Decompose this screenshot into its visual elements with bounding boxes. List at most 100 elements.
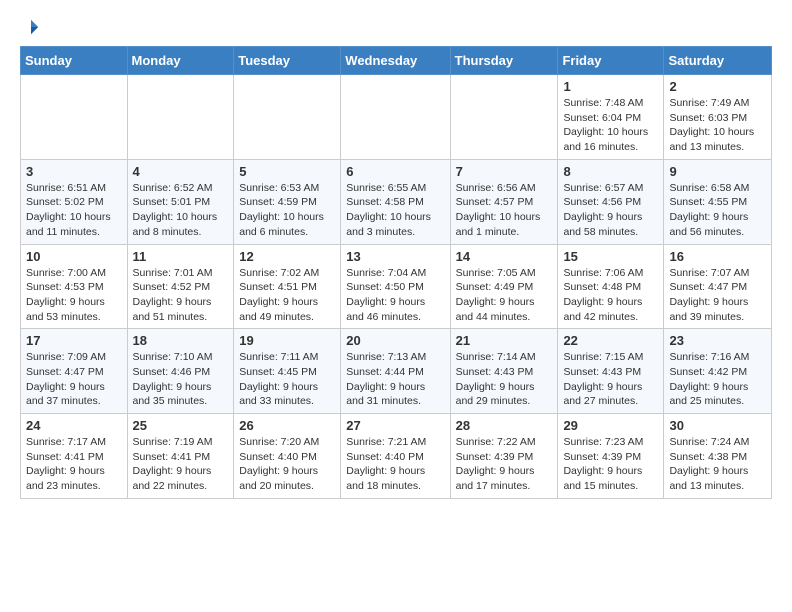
- day-cell: 8Sunrise: 6:57 AMSunset: 4:56 PMDaylight…: [558, 159, 664, 244]
- week-row-4: 17 Sunrise: 7:09 AMSunset: 4:47 PMDayligh…: [21, 329, 772, 414]
- week-row-3: 10 Sunrise: 7:00 AMSunset: 4:53 PMDayligh…: [21, 244, 772, 329]
- header: [20, 16, 772, 36]
- day-cell: [234, 75, 341, 160]
- weekday-header-saturday: Saturday: [664, 47, 772, 75]
- day-cell: 16 Sunrise: 7:07 AMSunset: 4:47 PMDayligh…: [664, 244, 772, 329]
- day-info: Sunrise: 7:49 AMSunset: 6:03 PMDaylight:…: [669, 96, 766, 155]
- day-info: Sunrise: 7:09 AMSunset: 4:47 PMDaylight:…: [26, 350, 122, 409]
- day-info: Sunrise: 7:11 AMSunset: 4:45 PMDaylight:…: [239, 350, 335, 409]
- day-cell: 23Sunrise: 7:16 AMSunset: 4:42 PMDayligh…: [664, 329, 772, 414]
- day-number: 22: [563, 333, 658, 348]
- day-cell: [21, 75, 128, 160]
- day-cell: 14Sunrise: 7:05 AMSunset: 4:49 PMDayligh…: [450, 244, 558, 329]
- day-cell: 25 Sunrise: 7:19 AMSunset: 4:41 PMDayligh…: [127, 414, 234, 499]
- day-number: 17: [26, 333, 122, 348]
- day-number: 28: [456, 418, 553, 433]
- day-cell: 9 Sunrise: 6:58 AMSunset: 4:55 PMDaylight…: [664, 159, 772, 244]
- weekday-header-thursday: Thursday: [450, 47, 558, 75]
- day-cell: 2 Sunrise: 7:49 AMSunset: 6:03 PMDaylight…: [664, 75, 772, 160]
- day-info: Sunrise: 6:51 AMSunset: 5:02 PMDaylight:…: [26, 181, 122, 240]
- calendar-table: SundayMondayTuesdayWednesdayThursdayFrid…: [20, 46, 772, 499]
- day-cell: 11 Sunrise: 7:01 AMSunset: 4:52 PMDayligh…: [127, 244, 234, 329]
- day-cell: 21Sunrise: 7:14 AMSunset: 4:43 PMDayligh…: [450, 329, 558, 414]
- day-cell: 22 Sunrise: 7:15 AMSunset: 4:43 PMDayligh…: [558, 329, 664, 414]
- day-number: 27: [346, 418, 444, 433]
- day-cell: 1Sunrise: 7:48 AMSunset: 6:04 PMDaylight…: [558, 75, 664, 160]
- day-number: 5: [239, 164, 335, 179]
- day-number: 23: [669, 333, 766, 348]
- day-cell: 20 Sunrise: 7:13 AMSunset: 4:44 PMDayligh…: [341, 329, 450, 414]
- weekday-header-tuesday: Tuesday: [234, 47, 341, 75]
- day-cell: 15 Sunrise: 7:06 AMSunset: 4:48 PMDayligh…: [558, 244, 664, 329]
- day-info: Sunrise: 7:24 AMSunset: 4:38 PMDaylight:…: [669, 435, 766, 494]
- day-cell: 27 Sunrise: 7:21 AMSunset: 4:40 PMDayligh…: [341, 414, 450, 499]
- day-cell: 26 Sunrise: 7:20 AMSunset: 4:40 PMDayligh…: [234, 414, 341, 499]
- day-info: Sunrise: 7:01 AMSunset: 4:52 PMDaylight:…: [133, 266, 229, 325]
- day-info: Sunrise: 7:13 AMSunset: 4:44 PMDaylight:…: [346, 350, 444, 409]
- day-number: 20: [346, 333, 444, 348]
- day-cell: 30 Sunrise: 7:24 AMSunset: 4:38 PMDayligh…: [664, 414, 772, 499]
- day-number: 13: [346, 249, 444, 264]
- day-cell: 24 Sunrise: 7:17 AMSunset: 4:41 PMDayligh…: [21, 414, 128, 499]
- day-cell: 19 Sunrise: 7:11 AMSunset: 4:45 PMDayligh…: [234, 329, 341, 414]
- day-number: 30: [669, 418, 766, 433]
- day-number: 26: [239, 418, 335, 433]
- day-number: 7: [456, 164, 553, 179]
- day-cell: 4 Sunrise: 6:52 AMSunset: 5:01 PMDaylight…: [127, 159, 234, 244]
- day-number: 6: [346, 164, 444, 179]
- day-cell: [127, 75, 234, 160]
- day-cell: 13 Sunrise: 7:04 AMSunset: 4:50 PMDayligh…: [341, 244, 450, 329]
- weekday-header-friday: Friday: [558, 47, 664, 75]
- day-info: Sunrise: 6:52 AMSunset: 5:01 PMDaylight:…: [133, 181, 229, 240]
- day-number: 29: [563, 418, 658, 433]
- day-info: Sunrise: 7:02 AMSunset: 4:51 PMDaylight:…: [239, 266, 335, 325]
- day-info: Sunrise: 6:55 AMSunset: 4:58 PMDaylight:…: [346, 181, 444, 240]
- day-number: 11: [133, 249, 229, 264]
- logo-flag-icon: [22, 18, 40, 36]
- day-info: Sunrise: 6:56 AMSunset: 4:57 PMDaylight:…: [456, 181, 553, 240]
- weekday-header-wednesday: Wednesday: [341, 47, 450, 75]
- day-number: 25: [133, 418, 229, 433]
- day-cell: 12Sunrise: 7:02 AMSunset: 4:51 PMDayligh…: [234, 244, 341, 329]
- day-info: Sunrise: 7:19 AMSunset: 4:41 PMDaylight:…: [133, 435, 229, 494]
- day-info: Sunrise: 7:15 AMSunset: 4:43 PMDaylight:…: [563, 350, 658, 409]
- day-number: 15: [563, 249, 658, 264]
- day-info: Sunrise: 7:05 AMSunset: 4:49 PMDaylight:…: [456, 266, 553, 325]
- day-info: Sunrise: 7:20 AMSunset: 4:40 PMDaylight:…: [239, 435, 335, 494]
- day-info: Sunrise: 7:00 AMSunset: 4:53 PMDaylight:…: [26, 266, 122, 325]
- day-cell: 6 Sunrise: 6:55 AMSunset: 4:58 PMDaylight…: [341, 159, 450, 244]
- day-cell: 17 Sunrise: 7:09 AMSunset: 4:47 PMDayligh…: [21, 329, 128, 414]
- day-info: Sunrise: 7:07 AMSunset: 4:47 PMDaylight:…: [669, 266, 766, 325]
- day-info: Sunrise: 7:06 AMSunset: 4:48 PMDaylight:…: [563, 266, 658, 325]
- day-info: Sunrise: 7:04 AMSunset: 4:50 PMDaylight:…: [346, 266, 444, 325]
- day-number: 18: [133, 333, 229, 348]
- day-info: Sunrise: 7:10 AMSunset: 4:46 PMDaylight:…: [133, 350, 229, 409]
- day-cell: 3 Sunrise: 6:51 AMSunset: 5:02 PMDaylight…: [21, 159, 128, 244]
- day-number: 9: [669, 164, 766, 179]
- weekday-header-sunday: Sunday: [21, 47, 128, 75]
- day-info: Sunrise: 7:14 AMSunset: 4:43 PMDaylight:…: [456, 350, 553, 409]
- day-number: 10: [26, 249, 122, 264]
- day-info: Sunrise: 7:17 AMSunset: 4:41 PMDaylight:…: [26, 435, 122, 494]
- day-cell: [341, 75, 450, 160]
- day-info: Sunrise: 7:23 AMSunset: 4:39 PMDaylight:…: [563, 435, 658, 494]
- day-number: 3: [26, 164, 122, 179]
- day-cell: 28Sunrise: 7:22 AMSunset: 4:39 PMDayligh…: [450, 414, 558, 499]
- weekday-header-row: SundayMondayTuesdayWednesdayThursdayFrid…: [21, 47, 772, 75]
- day-number: 2: [669, 79, 766, 94]
- page: SundayMondayTuesdayWednesdayThursdayFrid…: [0, 0, 792, 515]
- day-info: Sunrise: 7:21 AMSunset: 4:40 PMDaylight:…: [346, 435, 444, 494]
- day-cell: [450, 75, 558, 160]
- day-number: 24: [26, 418, 122, 433]
- day-info: Sunrise: 6:57 AMSunset: 4:56 PMDaylight:…: [563, 181, 658, 240]
- day-info: Sunrise: 6:58 AMSunset: 4:55 PMDaylight:…: [669, 181, 766, 240]
- day-info: Sunrise: 6:53 AMSunset: 4:59 PMDaylight:…: [239, 181, 335, 240]
- day-number: 19: [239, 333, 335, 348]
- day-cell: 10 Sunrise: 7:00 AMSunset: 4:53 PMDayligh…: [21, 244, 128, 329]
- day-number: 16: [669, 249, 766, 264]
- day-number: 4: [133, 164, 229, 179]
- week-row-2: 3 Sunrise: 6:51 AMSunset: 5:02 PMDaylight…: [21, 159, 772, 244]
- day-number: 1: [563, 79, 658, 94]
- weekday-header-monday: Monday: [127, 47, 234, 75]
- week-row-5: 24 Sunrise: 7:17 AMSunset: 4:41 PMDayligh…: [21, 414, 772, 499]
